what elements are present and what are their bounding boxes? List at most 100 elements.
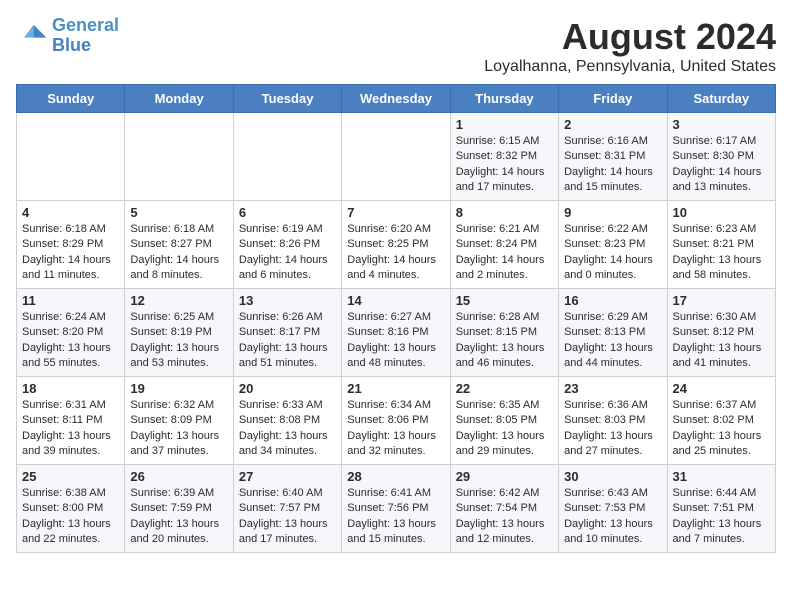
subtitle: Loyalhanna, Pennsylvania, United States (484, 58, 776, 76)
day-number: 27 (239, 469, 336, 484)
day-number: 23 (564, 381, 661, 396)
weekday-header: Sunday (17, 85, 125, 113)
cell-content: Sunrise: 6:26 AM Sunset: 8:17 PM Dayligh… (239, 310, 336, 372)
day-number: 16 (564, 293, 661, 308)
calendar-cell: 28Sunrise: 6:41 AM Sunset: 7:56 PM Dayli… (342, 465, 450, 553)
cell-content: Sunrise: 6:20 AM Sunset: 8:25 PM Dayligh… (347, 222, 444, 284)
calendar-cell: 7 Sunrise: 6:20 AM Sunset: 8:25 PM Daylig… (342, 201, 450, 289)
calendar-cell: 12 Sunrise: 6:25 AM Sunset: 8:19 PM Dayli… (125, 289, 233, 377)
logo-text: General Blue (52, 16, 119, 56)
calendar-table: SundayMondayTuesdayWednesdayThursdayFrid… (16, 84, 776, 553)
day-number: 29 (456, 469, 553, 484)
calendar-week-row: 11 Sunrise: 6:24 AM Sunset: 8:20 PM Dayli… (17, 289, 776, 377)
calendar-cell: 5 Sunrise: 6:18 AM Sunset: 8:27 PM Daylig… (125, 201, 233, 289)
cell-content: Sunrise: 6:33 AM Sunset: 8:08 PM Dayligh… (239, 398, 336, 460)
calendar-cell: 26 Sunrise: 6:39 AM Sunset: 7:59 PM Dayli… (125, 465, 233, 553)
cell-content: Sunrise: 6:37 AM Sunset: 8:02 PM Dayligh… (673, 398, 770, 460)
calendar-cell: 16 Sunrise: 6:29 AM Sunset: 8:13 PM Dayli… (559, 289, 667, 377)
day-number: 26 (130, 469, 227, 484)
day-number: 17 (673, 293, 770, 308)
calendar-cell: 23 Sunrise: 6:36 AM Sunset: 8:03 PM Dayli… (559, 377, 667, 465)
calendar-cell (17, 113, 125, 201)
calendar-cell: 29 Sunrise: 6:42 AM Sunset: 7:54 PM Dayli… (450, 465, 558, 553)
day-number: 25 (22, 469, 119, 484)
cell-content: Sunrise: 6:39 AM Sunset: 7:59 PM Dayligh… (130, 486, 227, 548)
cell-content: Sunrise: 6:22 AM Sunset: 8:23 PM Dayligh… (564, 222, 661, 284)
day-number: 2 (564, 117, 661, 132)
day-number: 18 (22, 381, 119, 396)
calendar-week-row: 25 Sunrise: 6:38 AM Sunset: 8:00 PM Dayli… (17, 465, 776, 553)
cell-content: Sunrise: 6:31 AM Sunset: 8:11 PM Dayligh… (22, 398, 119, 460)
main-title: August 2024 (484, 16, 776, 58)
calendar-cell: 3 Sunrise: 6:17 AM Sunset: 8:30 PM Daylig… (667, 113, 775, 201)
cell-content: Sunrise: 6:32 AM Sunset: 8:09 PM Dayligh… (130, 398, 227, 460)
calendar-week-row: 18 Sunrise: 6:31 AM Sunset: 8:11 PM Dayli… (17, 377, 776, 465)
day-number: 31 (673, 469, 770, 484)
logo: General Blue (16, 16, 119, 56)
cell-content: Sunrise: 6:29 AM Sunset: 8:13 PM Dayligh… (564, 310, 661, 372)
cell-content: Sunrise: 6:17 AM Sunset: 8:30 PM Dayligh… (673, 134, 770, 196)
cell-content: Sunrise: 6:36 AM Sunset: 8:03 PM Dayligh… (564, 398, 661, 460)
calendar-cell: 14 Sunrise: 6:27 AM Sunset: 8:16 PM Dayli… (342, 289, 450, 377)
calendar-cell: 25 Sunrise: 6:38 AM Sunset: 8:00 PM Dayli… (17, 465, 125, 553)
cell-content: Sunrise: 6:44 AM Sunset: 7:51 PM Dayligh… (673, 486, 770, 548)
day-number: 9 (564, 205, 661, 220)
cell-content: Sunrise: 6:16 AM Sunset: 8:31 PM Dayligh… (564, 134, 661, 196)
calendar-cell: 13 Sunrise: 6:26 AM Sunset: 8:17 PM Dayli… (233, 289, 341, 377)
cell-content: Sunrise: 6:30 AM Sunset: 8:12 PM Dayligh… (673, 310, 770, 372)
day-number: 3 (673, 117, 770, 132)
cell-content: Sunrise: 6:38 AM Sunset: 8:00 PM Dayligh… (22, 486, 119, 548)
calendar-cell: 15 Sunrise: 6:28 AM Sunset: 8:15 PM Dayli… (450, 289, 558, 377)
calendar-cell: 24 Sunrise: 6:37 AM Sunset: 8:02 PM Dayli… (667, 377, 775, 465)
day-number: 4 (22, 205, 119, 220)
cell-content: Sunrise: 6:40 AM Sunset: 7:57 PM Dayligh… (239, 486, 336, 548)
day-number: 5 (130, 205, 227, 220)
day-number: 1 (456, 117, 553, 132)
weekday-header: Thursday (450, 85, 558, 113)
calendar-cell (233, 113, 341, 201)
cell-content: Sunrise: 6:18 AM Sunset: 8:27 PM Dayligh… (130, 222, 227, 284)
day-number: 21 (347, 381, 444, 396)
cell-content: Sunrise: 6:15 AM Sunset: 8:32 PM Dayligh… (456, 134, 553, 196)
cell-content: Sunrise: 6:18 AM Sunset: 8:29 PM Dayligh… (22, 222, 119, 284)
calendar-cell: 1 Sunrise: 6:15 AM Sunset: 8:32 PM Daylig… (450, 113, 558, 201)
calendar-cell: 20 Sunrise: 6:33 AM Sunset: 8:08 PM Dayli… (233, 377, 341, 465)
day-number: 13 (239, 293, 336, 308)
page-header: General Blue August 2024 Loyalhanna, Pen… (16, 16, 776, 76)
day-number: 10 (673, 205, 770, 220)
calendar-cell: 17 Sunrise: 6:30 AM Sunset: 8:12 PM Dayli… (667, 289, 775, 377)
cell-content: Sunrise: 6:27 AM Sunset: 8:16 PM Dayligh… (347, 310, 444, 372)
calendar-cell: 27 Sunrise: 6:40 AM Sunset: 7:57 PM Dayli… (233, 465, 341, 553)
calendar-cell: 31 Sunrise: 6:44 AM Sunset: 7:51 PM Dayli… (667, 465, 775, 553)
calendar-cell: 2 Sunrise: 6:16 AM Sunset: 8:31 PM Daylig… (559, 113, 667, 201)
day-number: 11 (22, 293, 119, 308)
calendar-body: 1 Sunrise: 6:15 AM Sunset: 8:32 PM Daylig… (17, 113, 776, 553)
cell-content: Sunrise: 6:21 AM Sunset: 8:24 PM Dayligh… (456, 222, 553, 284)
calendar-cell: 4 Sunrise: 6:18 AM Sunset: 8:29 PM Daylig… (17, 201, 125, 289)
cell-content: Sunrise: 6:24 AM Sunset: 8:20 PM Dayligh… (22, 310, 119, 372)
day-number: 30 (564, 469, 661, 484)
day-number: 12 (130, 293, 227, 308)
calendar-cell: 6Sunrise: 6:19 AM Sunset: 8:26 PM Daylig… (233, 201, 341, 289)
day-number: 8 (456, 205, 553, 220)
day-number: 24 (673, 381, 770, 396)
logo-line2: Blue (52, 35, 91, 55)
cell-content: Sunrise: 6:25 AM Sunset: 8:19 PM Dayligh… (130, 310, 227, 372)
weekday-header: Tuesday (233, 85, 341, 113)
weekday-header: Saturday (667, 85, 775, 113)
calendar-cell: 9 Sunrise: 6:22 AM Sunset: 8:23 PM Daylig… (559, 201, 667, 289)
day-number: 14 (347, 293, 444, 308)
logo-icon (16, 20, 48, 52)
calendar-cell: 8 Sunrise: 6:21 AM Sunset: 8:24 PM Daylig… (450, 201, 558, 289)
cell-content: Sunrise: 6:42 AM Sunset: 7:54 PM Dayligh… (456, 486, 553, 548)
day-number: 15 (456, 293, 553, 308)
calendar-cell: 18 Sunrise: 6:31 AM Sunset: 8:11 PM Dayli… (17, 377, 125, 465)
calendar-cell: 22Sunrise: 6:35 AM Sunset: 8:05 PM Dayli… (450, 377, 558, 465)
logo-line1: General (52, 15, 119, 35)
day-number: 6 (239, 205, 336, 220)
calendar-week-row: 4 Sunrise: 6:18 AM Sunset: 8:29 PM Daylig… (17, 201, 776, 289)
cell-content: Sunrise: 6:28 AM Sunset: 8:15 PM Dayligh… (456, 310, 553, 372)
day-number: 7 (347, 205, 444, 220)
weekday-header: Wednesday (342, 85, 450, 113)
day-number: 20 (239, 381, 336, 396)
